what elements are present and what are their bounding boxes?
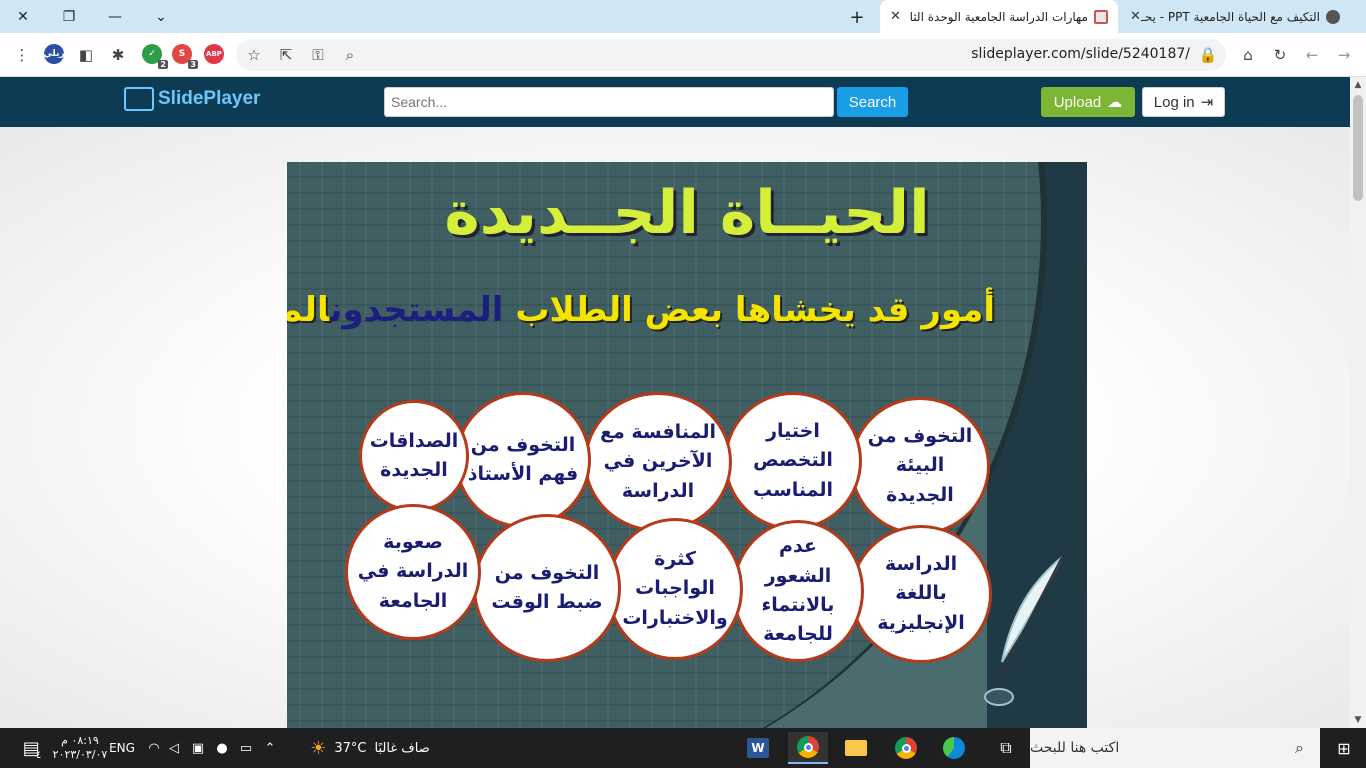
cloud-upload-icon: ☁: [1107, 94, 1123, 111]
search-icon: ⌕: [1295, 738, 1304, 757]
arrow-right-icon: →: [1337, 46, 1351, 64]
restore-icon: ❐: [62, 8, 76, 25]
back-button[interactable]: ←: [1300, 43, 1324, 67]
reload-button[interactable]: ↻: [1268, 43, 1292, 67]
new-tab-button[interactable]: +: [845, 5, 869, 29]
home-icon: ⌂: [1243, 46, 1253, 64]
battery-icon[interactable]: ▭: [236, 728, 256, 768]
sign-in-icon: ⇥: [1200, 94, 1214, 111]
bubble-item: المنافسة مع الآخرين في الدراسة: [584, 392, 732, 532]
start-button[interactable]: ⊞: [1322, 728, 1366, 768]
weather-widget[interactable]: ☀ 37°C صاف غالبًا: [300, 728, 440, 768]
edge-app-icon[interactable]: [934, 732, 974, 764]
tab-strip: ✕ ❐ — ⌄ + مهارات الدراسة الجامعية الوحدة…: [0, 0, 1366, 33]
word-app-icon[interactable]: W: [738, 732, 778, 764]
profile-extension-icon[interactable]: ريلي: [43, 44, 65, 64]
file-explorer-icon[interactable]: [836, 732, 876, 764]
tab-title: التكيف مع الحياة الجامعية PPT - يحـ: [1141, 9, 1320, 24]
login-button[interactable]: Log in ⇥: [1142, 87, 1225, 117]
search-icon[interactable]: ⌕: [338, 43, 362, 67]
bubble-item: عدم الشعور بالانتماء للجامعة: [732, 520, 864, 662]
tab-active[interactable]: مهارات الدراسة الجامعية الوحدة الثا ✕: [880, 0, 1118, 33]
bubble-item: كثرة الواجبات والاختبارات: [607, 518, 743, 660]
upload-button[interactable]: Upload ☁: [1041, 87, 1135, 117]
meet-now-icon[interactable]: ▣: [188, 728, 208, 768]
scroll-down-icon[interactable]: ▼: [1350, 712, 1366, 728]
forward-button[interactable]: →: [1332, 43, 1356, 67]
quill-pen-icon: [984, 556, 1063, 706]
volume-icon[interactable]: ◁: [164, 728, 184, 768]
windows-logo-icon: ⊞: [1337, 738, 1351, 758]
language-indicator[interactable]: ENG: [106, 728, 138, 768]
close-icon: ✕: [17, 8, 29, 25]
bookmark-star-icon[interactable]: ☆: [242, 43, 266, 67]
adblock-extension-icon[interactable]: ABP: [204, 44, 224, 64]
bubble-item: صعوبة الدراسة في الجامعة: [345, 504, 481, 640]
address-bar[interactable]: ☆ ⇱ ⚿ ⌕ slideplayer.com/slide/5240187/ 🔒: [236, 39, 1226, 71]
tab-close-button[interactable]: ✕: [1130, 9, 1141, 24]
tab-title: مهارات الدراسة الجامعية الوحدة الثا: [909, 9, 1088, 24]
tab-close-button[interactable]: ✕: [890, 9, 901, 24]
page-scrollbar[interactable]: ▲ ▼: [1350, 77, 1366, 728]
clock[interactable]: ٠٨:١٩ م ٢٠٢٣/٠٣/٠٧: [52, 728, 108, 768]
weather-sun-icon: ☀: [310, 737, 327, 759]
menu-button[interactable]: ⋮: [10, 43, 34, 67]
key-icon[interactable]: ⚿: [306, 43, 330, 67]
slide-subtitle: أمور قد يخشاها بعض الطلاب المستجدونالمست: [287, 290, 995, 330]
bubble-item: التخوف من فهم الأستاذ: [455, 392, 591, 528]
windows-taskbar: ▤ ٤ ٠٨:١٩ م ٢٠٢٣/٠٣/٠٧ ENG ◠ ◁ ▣ ● ▭ ⌃ ☀…: [0, 728, 1366, 768]
chevron-up-icon[interactable]: ⌃: [260, 728, 280, 768]
kebab-menu-icon: ⋮: [14, 46, 30, 64]
camera-icon[interactable]: ●: [212, 728, 232, 768]
puzzle-icon: ✱: [111, 46, 125, 64]
notification-button[interactable]: ▤ ٤: [12, 728, 52, 768]
page-content: الحيــاة الجــديدة أمور قد يخشاها بعض ال…: [0, 127, 1350, 728]
bubble-item: الدراسة باللغة الإنجليزية: [850, 525, 992, 663]
tab-inactive[interactable]: التكيف مع الحياة الجامعية PPT - يحـ ✕: [1120, 0, 1350, 33]
bubble-item: اختيار التخصص المناسب: [724, 392, 862, 530]
presentation-icon: [124, 87, 154, 111]
slide-title: الحيــاة الجــديدة: [444, 178, 930, 248]
swirl-extension-icon[interactable]: S3: [172, 44, 198, 69]
wifi-icon[interactable]: ◠: [144, 728, 164, 768]
side-panel-icon: ◧: [78, 46, 94, 64]
search-button[interactable]: Search: [837, 87, 908, 117]
share-icon[interactable]: ⇱: [274, 43, 298, 67]
reload-icon: ↻: [1273, 46, 1287, 64]
bubble-item: التخوف من ضبط الوقت: [473, 514, 621, 662]
tab-search-button[interactable]: ⌄: [138, 0, 184, 33]
site-header: SlidePlayer Search Upload ☁ Log in ⇥: [0, 77, 1350, 127]
extensions-button[interactable]: ✱: [106, 43, 130, 67]
home-button[interactable]: ⌂: [1236, 43, 1260, 67]
minimize-icon: —: [108, 8, 122, 25]
url-text: slideplayer.com/slide/5240187/: [971, 46, 1190, 62]
plus-icon: +: [849, 6, 865, 28]
minimize-window-button[interactable]: —: [92, 0, 138, 33]
slide[interactable]: الحيــاة الجــديدة أمور قد يخشاها بعض ال…: [287, 162, 1087, 728]
side-panel-button[interactable]: ◧: [74, 43, 98, 67]
close-window-button[interactable]: ✕: [0, 0, 46, 33]
slideplayer-favicon-icon: [1094, 9, 1108, 24]
task-view-icon[interactable]: ⧉: [986, 732, 1026, 764]
chevron-down-icon: ⌄: [155, 8, 167, 25]
chrome-app-icon[interactable]: [788, 732, 828, 764]
site-search-input[interactable]: [384, 87, 834, 117]
arrow-left-icon: ←: [1305, 46, 1319, 64]
lock-icon[interactable]: 🔒: [1196, 43, 1220, 67]
slideplayer-logo[interactable]: SlidePlayer: [124, 87, 260, 111]
chrome-app-icon[interactable]: [886, 732, 926, 764]
shield-extension-icon[interactable]: ✓ 2: [142, 44, 168, 69]
restore-window-button[interactable]: ❐: [46, 0, 92, 33]
taskbar-search-box[interactable]: اكتب هنا للبحث ⌕: [1030, 728, 1320, 768]
bubble-item: التخوف من البيئة الجديدة: [850, 397, 990, 535]
browser-toolbar: ⋮ ريلي ◧ ✱ ✓ 2 S3 ABP ☆ ⇱ ⚿ ⌕ slideplayer…: [0, 33, 1366, 77]
globe-icon: [1326, 9, 1340, 24]
scrollbar-thumb[interactable]: [1353, 95, 1363, 201]
bubble-item: الصداقات الجديدة: [359, 400, 469, 512]
scroll-up-icon[interactable]: ▲: [1350, 77, 1366, 93]
